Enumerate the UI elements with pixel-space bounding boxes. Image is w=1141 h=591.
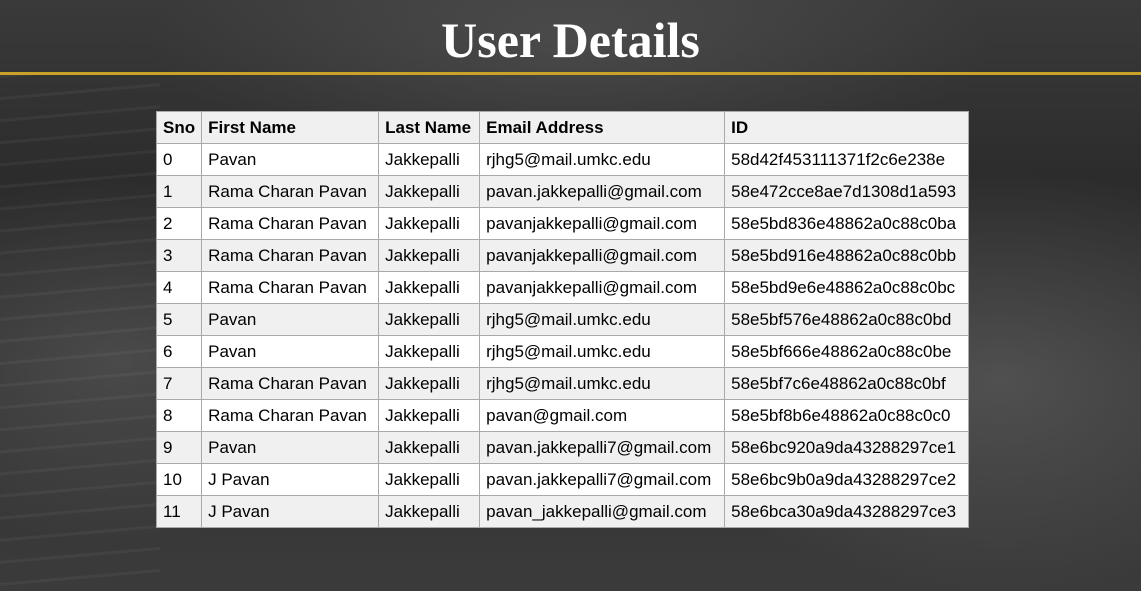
cell-first-name: J Pavan bbox=[201, 495, 380, 528]
cell-email: pavan.jakkepalli7@gmail.com bbox=[479, 463, 726, 496]
cell-email: pavan@gmail.com bbox=[479, 399, 726, 432]
cell-sno: 1 bbox=[155, 175, 203, 208]
cell-sno: 2 bbox=[155, 207, 203, 240]
cell-last-name: Jakkepalli bbox=[378, 207, 481, 240]
table-row: 3 Rama Charan Pavan Jakkepalli pavanjakk… bbox=[155, 239, 970, 272]
column-header-sno: Sno bbox=[155, 111, 203, 144]
cell-sno: 0 bbox=[155, 143, 203, 176]
header-row: Sno First Name Last Name Email Address I… bbox=[155, 111, 970, 144]
cell-last-name: Jakkepalli bbox=[378, 175, 481, 208]
table-header: Sno First Name Last Name Email Address I… bbox=[155, 111, 970, 144]
cell-email: rjhg5@mail.umkc.edu bbox=[479, 303, 726, 336]
cell-first-name: Pavan bbox=[201, 143, 380, 176]
cell-sno: 4 bbox=[155, 271, 203, 304]
cell-sno: 8 bbox=[155, 399, 203, 432]
table-row: 0 Pavan Jakkepalli rjhg5@mail.umkc.edu 5… bbox=[155, 143, 970, 176]
cell-sno: 10 bbox=[155, 463, 203, 496]
cell-last-name: Jakkepalli bbox=[378, 303, 481, 336]
cell-last-name: Jakkepalli bbox=[378, 463, 481, 496]
column-header-last-name: Last Name bbox=[378, 111, 481, 144]
cell-sno: 6 bbox=[155, 335, 203, 368]
cell-sno: 11 bbox=[155, 495, 203, 528]
cell-last-name: Jakkepalli bbox=[378, 431, 481, 464]
page-header: User Details bbox=[0, 0, 1141, 75]
table-body: 0 Pavan Jakkepalli rjhg5@mail.umkc.edu 5… bbox=[155, 143, 970, 528]
cell-sno: 7 bbox=[155, 367, 203, 400]
cell-last-name: Jakkepalli bbox=[378, 399, 481, 432]
table-row: 1 Rama Charan Pavan Jakkepalli pavan.jak… bbox=[155, 175, 970, 208]
cell-last-name: Jakkepalli bbox=[378, 239, 481, 272]
cell-email: pavan.jakkepalli7@gmail.com bbox=[479, 431, 726, 464]
background-code-texture bbox=[0, 75, 160, 591]
cell-id: 58e472cce8ae7d1308d1a593 bbox=[724, 175, 970, 208]
cell-last-name: Jakkepalli bbox=[378, 495, 481, 528]
cell-last-name: Jakkepalli bbox=[378, 335, 481, 368]
page-title: User Details bbox=[441, 12, 700, 68]
cell-id: 58e5bd9e6e48862a0c88c0bc bbox=[724, 271, 970, 304]
cell-first-name: Pavan bbox=[201, 335, 380, 368]
cell-id: 58e5bf576e48862a0c88c0bd bbox=[724, 303, 970, 336]
cell-sno: 9 bbox=[155, 431, 203, 464]
table-row: 2 Rama Charan Pavan Jakkepalli pavanjakk… bbox=[155, 207, 970, 240]
cell-id: 58e5bf7c6e48862a0c88c0bf bbox=[724, 367, 970, 400]
cell-first-name: Rama Charan Pavan bbox=[201, 175, 380, 208]
cell-first-name: Rama Charan Pavan bbox=[201, 207, 380, 240]
cell-id: 58d42f453111371f2c6e238e bbox=[724, 143, 970, 176]
cell-first-name: Rama Charan Pavan bbox=[201, 271, 380, 304]
table-row: 11 J Pavan Jakkepalli pavan_jakkepalli@g… bbox=[155, 495, 970, 528]
cell-first-name: Rama Charan Pavan bbox=[201, 367, 380, 400]
cell-first-name: Rama Charan Pavan bbox=[201, 399, 380, 432]
table-row: 5 Pavan Jakkepalli rjhg5@mail.umkc.edu 5… bbox=[155, 303, 970, 336]
cell-email: pavanjakkepalli@gmail.com bbox=[479, 271, 726, 304]
cell-email: pavan_jakkepalli@gmail.com bbox=[479, 495, 726, 528]
cell-sno: 5 bbox=[155, 303, 203, 336]
cell-id: 58e5bd916e48862a0c88c0bb bbox=[724, 239, 970, 272]
cell-email: pavan.jakkepalli@gmail.com bbox=[479, 175, 726, 208]
cell-first-name: Pavan bbox=[201, 431, 380, 464]
cell-id: 58e5bf666e48862a0c88c0be bbox=[724, 335, 970, 368]
cell-email: pavanjakkepalli@gmail.com bbox=[479, 239, 726, 272]
table-row: 7 Rama Charan Pavan Jakkepalli rjhg5@mai… bbox=[155, 367, 970, 400]
cell-first-name: J Pavan bbox=[201, 463, 380, 496]
table-row: 6 Pavan Jakkepalli rjhg5@mail.umkc.edu 5… bbox=[155, 335, 970, 368]
cell-first-name: Rama Charan Pavan bbox=[201, 239, 380, 272]
cell-email: pavanjakkepalli@gmail.com bbox=[479, 207, 726, 240]
cell-id: 58e5bf8b6e48862a0c88c0c0 bbox=[724, 399, 970, 432]
cell-last-name: Jakkepalli bbox=[378, 367, 481, 400]
column-header-first-name: First Name bbox=[201, 111, 380, 144]
cell-sno: 3 bbox=[155, 239, 203, 272]
cell-id: 58e5bd836e48862a0c88c0ba bbox=[724, 207, 970, 240]
cell-id: 58e6bca30a9da43288297ce3 bbox=[724, 495, 970, 528]
cell-email: rjhg5@mail.umkc.edu bbox=[479, 143, 726, 176]
column-header-id: ID bbox=[724, 111, 970, 144]
column-header-email: Email Address bbox=[479, 111, 726, 144]
user-details-table: Sno First Name Last Name Email Address I… bbox=[155, 111, 970, 528]
cell-first-name: Pavan bbox=[201, 303, 380, 336]
cell-email: rjhg5@mail.umkc.edu bbox=[479, 335, 726, 368]
cell-last-name: Jakkepalli bbox=[378, 271, 481, 304]
cell-id: 58e6bc920a9da43288297ce1 bbox=[724, 431, 970, 464]
cell-last-name: Jakkepalli bbox=[378, 143, 481, 176]
cell-id: 58e6bc9b0a9da43288297ce2 bbox=[724, 463, 970, 496]
table-row: 9 Pavan Jakkepalli pavan.jakkepalli7@gma… bbox=[155, 431, 970, 464]
user-table-container: Sno First Name Last Name Email Address I… bbox=[155, 111, 970, 528]
cell-email: rjhg5@mail.umkc.edu bbox=[479, 367, 726, 400]
table-row: 4 Rama Charan Pavan Jakkepalli pavanjakk… bbox=[155, 271, 970, 304]
table-row: 10 J Pavan Jakkepalli pavan.jakkepalli7@… bbox=[155, 463, 970, 496]
table-row: 8 Rama Charan Pavan Jakkepalli pavan@gma… bbox=[155, 399, 970, 432]
